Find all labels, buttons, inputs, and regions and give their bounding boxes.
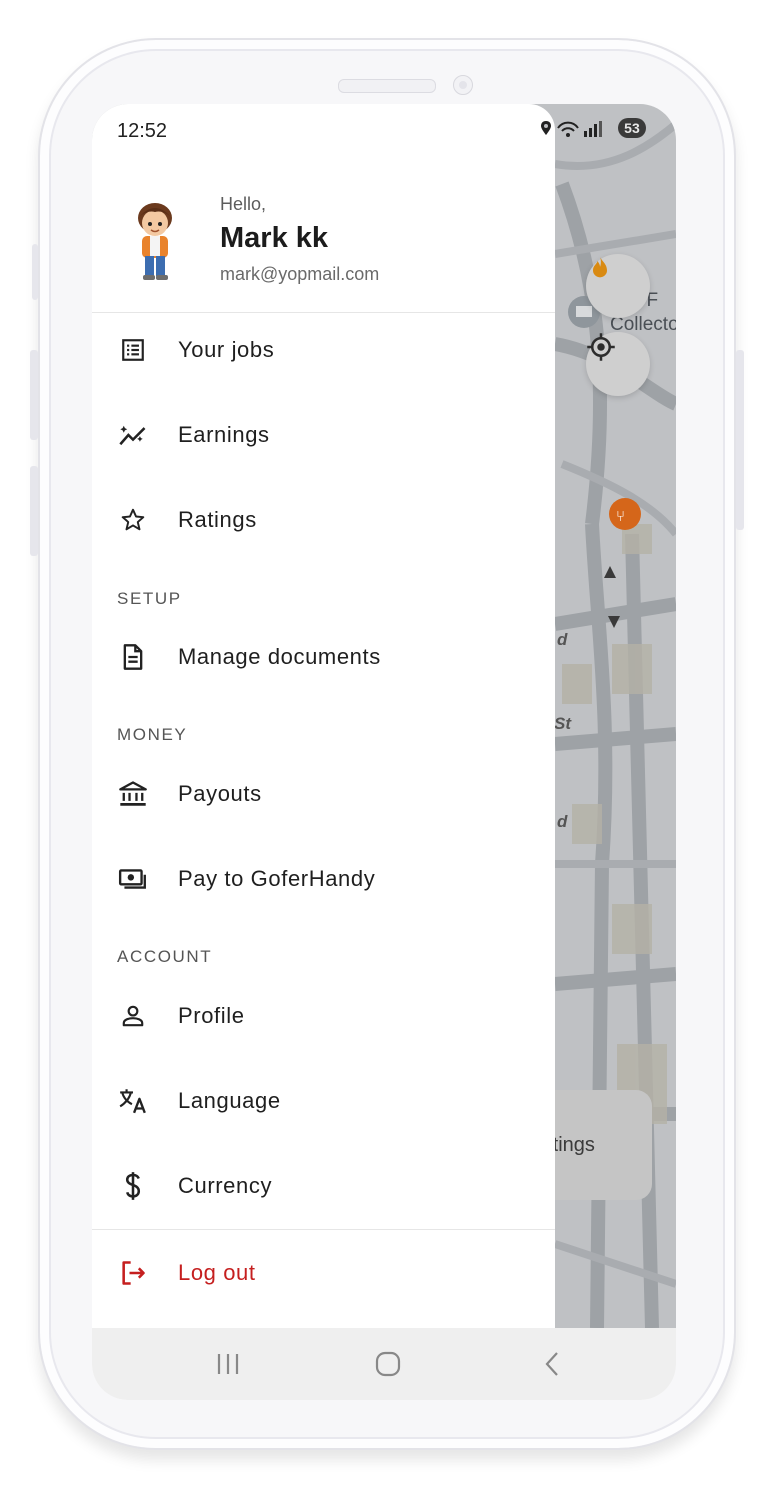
home-icon	[375, 1351, 401, 1377]
recent-apps-icon	[217, 1354, 239, 1374]
translate-icon	[118, 1086, 148, 1116]
document-icon	[118, 642, 148, 672]
menu-item-your-jobs[interactable]: Your jobs	[92, 320, 555, 380]
menu-label-your-jobs: Your jobs	[178, 337, 275, 362]
status-time: 12:52	[117, 120, 168, 142]
phone-volume-down-button	[30, 466, 38, 556]
my-location-button[interactable]	[586, 332, 650, 396]
system-navigation-bar	[92, 1328, 676, 1400]
user-email: mark@yopmail.com	[220, 264, 380, 284]
menu-label-payouts: Payouts	[178, 781, 262, 806]
menu-item-pay-to-goferhandy[interactable]: Pay to GoferHandy	[92, 849, 555, 909]
svg-text:⑂: ⑂	[616, 507, 625, 525]
phone-side-button	[32, 244, 38, 300]
greeting-text: Hello,	[220, 194, 267, 214]
avatar	[138, 203, 172, 280]
logout-icon	[118, 1258, 148, 1288]
menu-label-logout: Log out	[178, 1260, 256, 1285]
menu-item-ratings[interactable]: Ratings	[92, 490, 555, 550]
menu-label-manage-documents: Manage documents	[178, 644, 381, 669]
section-header-account: ACCOUNT	[117, 947, 213, 966]
map-street-label: d	[557, 812, 568, 831]
phone-volume-up-button	[30, 350, 38, 440]
divider	[92, 312, 555, 313]
menu-label-language: Language	[178, 1088, 281, 1113]
menu-item-manage-documents[interactable]: Manage documents	[92, 627, 555, 687]
map-street-label: d	[557, 630, 568, 649]
menu-item-payouts[interactable]: Payouts	[92, 764, 555, 824]
list-icon	[118, 335, 148, 365]
payments-icon	[118, 864, 148, 894]
home-button[interactable]	[368, 1344, 408, 1384]
menu-item-earnings[interactable]: Earnings	[92, 405, 555, 465]
menu-label-pay-to-goferhandy: Pay to GoferHandy	[178, 866, 376, 891]
screen: ⑂ OUF Collecto d St d ettings 12:52	[92, 104, 676, 1400]
star-icon	[118, 505, 148, 535]
flame-icon	[593, 256, 607, 278]
status-signal-icon	[541, 121, 602, 138]
hotspot-button[interactable]	[586, 254, 650, 318]
status-icons: 53	[540, 118, 646, 139]
person-icon	[118, 1001, 148, 1031]
menu-item-language[interactable]: Language	[92, 1071, 555, 1131]
phone-speaker	[338, 79, 436, 93]
section-header-money: MONEY	[117, 725, 188, 744]
battery-indicator: 53	[618, 118, 646, 138]
menu-label-earnings: Earnings	[178, 422, 270, 447]
dollar-icon	[118, 1171, 148, 1201]
menu-label-ratings: Ratings	[178, 507, 257, 532]
phone-power-button	[736, 350, 744, 530]
menu-item-currency[interactable]: Currency	[92, 1156, 555, 1216]
menu-item-logout[interactable]: Log out	[92, 1243, 555, 1303]
navigation-drawer: 12:52 Hello, Mark kk mark@yopmail.com Yo…	[92, 104, 555, 1400]
user-name: Mark kk	[220, 222, 329, 254]
recent-apps-button[interactable]	[208, 1344, 248, 1384]
back-icon	[545, 1352, 558, 1376]
section-header-setup: SETUP	[117, 589, 182, 608]
trending-up-icon	[118, 420, 148, 450]
crosshair-icon	[587, 333, 615, 361]
menu-label-currency: Currency	[178, 1173, 273, 1198]
back-button[interactable]	[532, 1344, 572, 1384]
divider	[92, 1229, 555, 1230]
menu-item-profile[interactable]: Profile	[92, 986, 555, 1046]
bank-icon	[118, 779, 148, 809]
map-street-label: St	[554, 714, 571, 733]
menu-label-profile: Profile	[178, 1003, 245, 1028]
phone-camera	[453, 75, 473, 95]
